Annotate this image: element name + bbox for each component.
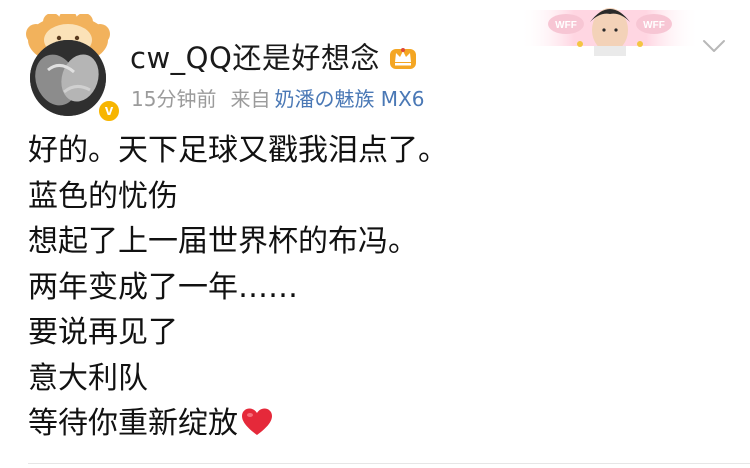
post-meta: 15分钟前 来自 奶潘の魅族 MX6 — [131, 83, 425, 112]
source-prefix: 来自 — [230, 86, 271, 111]
decoration-label-right: WFF — [643, 20, 665, 31]
post-line-text: 等待你重新绽放 — [28, 406, 238, 441]
post-line: 意大利队 — [28, 360, 148, 396]
heart-icon — [242, 408, 272, 435]
post-body: 好的。天下足球又戳我泪点了。 蓝色的忧伤 想起了上一届世界杯的布冯。 两年变成了… — [28, 128, 728, 447]
post-time: 15分钟前 — [131, 86, 217, 111]
crown-icon[interactable] — [388, 41, 418, 71]
post-line: 蓝色的忧伤 — [28, 178, 178, 214]
post-line: 想起了上一届世界杯的布冯。 — [28, 224, 418, 259]
verified-icon: v — [96, 98, 122, 124]
post-line: 要说再见了 — [28, 315, 178, 350]
decoration-label-left: WFF — [555, 20, 577, 31]
hands-photo-icon — [30, 40, 106, 116]
username[interactable]: cw_QQ还是好想念 — [130, 35, 380, 77]
card-decoration-icon: WFF WFF — [520, 8, 700, 56]
post-line: 好的。天下足球又戳我泪点了。 — [28, 133, 448, 168]
avatar[interactable]: v — [22, 14, 122, 124]
username-row: cw_QQ还是好想念 — [130, 36, 418, 76]
post-header: v cw_QQ还是好想念 15分钟前 来自 奶潘の魅族 MX6 WFF WFF — [0, 0, 750, 124]
source-device-link[interactable]: 奶潘の魅族 MX6 — [274, 83, 424, 112]
post-line: 两年变成了一年…… — [28, 269, 298, 305]
avatar-photo — [30, 40, 106, 116]
post-line-last: 等待你重新绽放 — [28, 401, 728, 447]
chevron-down-icon[interactable] — [702, 38, 726, 54]
divider — [28, 463, 750, 464]
